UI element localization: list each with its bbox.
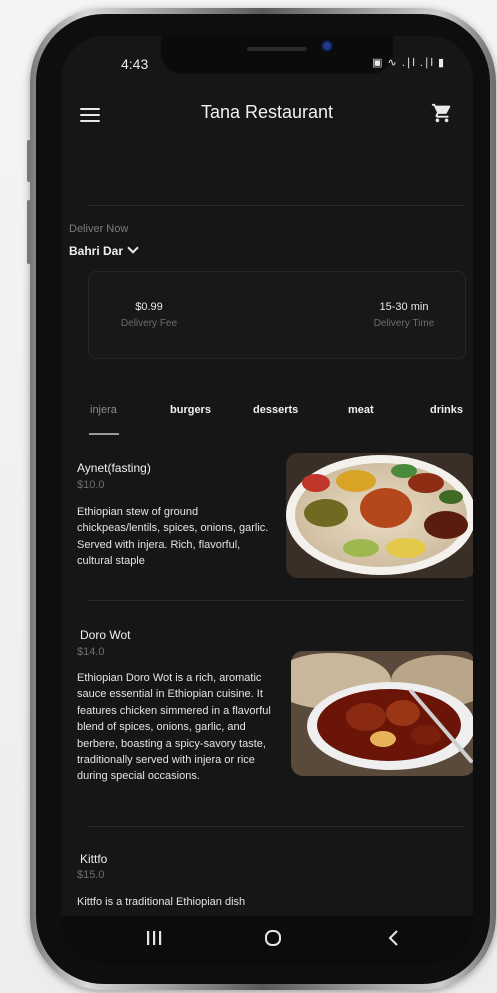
delivery-fee-caption: Delivery Fee — [120, 318, 178, 329]
location-name: Bahri Dar — [69, 244, 124, 258]
tab-burgers[interactable]: burgers — [170, 404, 211, 416]
item-name-aynet[interactable]: Aynet(fasting) — [77, 461, 151, 475]
phone-screen: 4:43 ▣ ∿ .∣l .∣l ▮ Tana Restaurant Deliv… — [61, 36, 473, 964]
delivery-time-value: 15-30 min — [379, 301, 429, 313]
item-price-aynet: $10.0 — [77, 479, 105, 491]
back-icon[interactable] — [384, 928, 404, 948]
header-divider — [88, 205, 464, 206]
item-description-aynet: Ethiopian stew of ground chickpeas/lenti… — [77, 506, 269, 568]
tab-desserts[interactable]: desserts — [253, 404, 298, 416]
delivery-info-card: $0.99 Delivery Fee 15-30 min Delivery Ti… — [88, 271, 466, 359]
doro-wot-food-image[interactable] — [291, 651, 473, 776]
item-description-doro-wot: Ethiopian Doro Wot is a rich, aromatic s… — [77, 672, 271, 783]
item-divider — [88, 600, 464, 601]
delivery-time-caption: Delivery Time — [373, 318, 435, 329]
item-description-kittfo: Kittfo is a traditional Ethiopian dish — [77, 896, 246, 908]
earpiece-speaker — [247, 47, 307, 51]
recent-apps-icon[interactable] — [144, 928, 164, 948]
system-navigation-bar — [61, 916, 473, 964]
item-name-doro-wot[interactable]: Doro Wot — [80, 628, 130, 642]
tab-drinks[interactable]: drinks — [430, 404, 463, 416]
status-time: 4:43 — [121, 56, 149, 72]
volume-button — [27, 140, 31, 182]
tab-injera[interactable]: injera — [90, 404, 117, 416]
shopping-cart-icon[interactable] — [431, 102, 453, 124]
item-price-kittfo: $15.0 — [77, 869, 105, 881]
tab-meat[interactable]: meat — [348, 404, 374, 416]
chevron-down-icon — [127, 242, 139, 254]
notch — [161, 36, 393, 74]
status-icons: ▣ ∿ .∣l .∣l ▮ — [372, 57, 445, 69]
item-divider — [88, 826, 464, 827]
item-price-doro-wot: $14.0 — [77, 646, 105, 658]
front-camera — [323, 42, 331, 50]
home-icon[interactable] — [263, 928, 283, 948]
location-selector[interactable]: Bahri Dar — [69, 242, 139, 258]
aynet-food-image[interactable] — [286, 453, 473, 578]
page-title: Tana Restaurant — [200, 102, 334, 122]
power-button — [27, 200, 31, 264]
active-tab-indicator — [89, 433, 119, 435]
delivery-fee-value: $0.99 — [135, 301, 163, 313]
deliver-now-label: Deliver Now — [69, 223, 129, 235]
item-name-kittfo[interactable]: Kittfo — [80, 852, 107, 866]
